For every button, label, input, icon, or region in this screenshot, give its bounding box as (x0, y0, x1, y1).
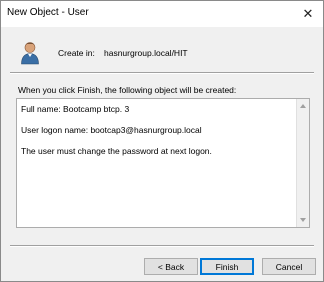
vertical-scrollbar[interactable] (296, 99, 309, 227)
close-button[interactable]: ✕ (293, 1, 323, 27)
dialog-window: New Object - User ✕ Create in: hasnurgro… (0, 0, 324, 282)
cancel-button[interactable]: Cancel (262, 258, 316, 275)
summary-password-note: The user must change the password at nex… (21, 146, 212, 156)
scroll-up-icon[interactable] (300, 104, 306, 108)
footer-divider (10, 245, 314, 247)
header-divider (10, 72, 314, 74)
finish-button[interactable]: Finish (200, 258, 254, 275)
create-in-label: Create in: (58, 48, 95, 58)
scroll-down-icon[interactable] (300, 218, 306, 222)
intro-text: When you click Finish, the following obj… (18, 85, 237, 95)
create-in-path: hasnurgroup.local/HIT (104, 48, 188, 58)
user-icon (21, 42, 39, 65)
title-bar: New Object - User ✕ (1, 1, 323, 27)
window-title: New Object - User (7, 7, 89, 18)
back-button[interactable]: < Back (144, 258, 198, 275)
summary-textbox[interactable]: Full name: Bootcamp btcp. 3 User logon n… (16, 98, 310, 228)
summary-logon-name: User logon name: bootcap3@hasnurgroup.lo… (21, 125, 202, 135)
summary-full-name: Full name: Bootcamp btcp. 3 (21, 104, 130, 114)
